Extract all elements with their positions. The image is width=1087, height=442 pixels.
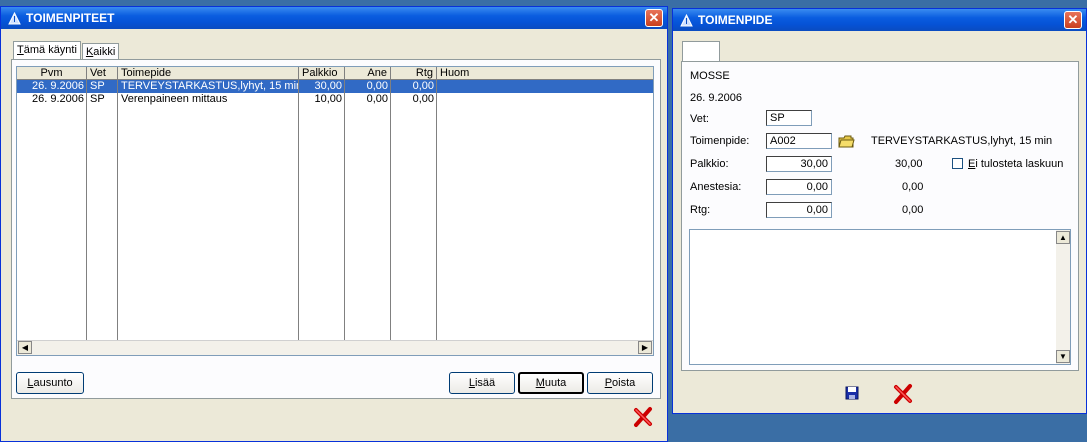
cell-huom	[437, 93, 653, 106]
col-pvm[interactable]: Pvm	[17, 67, 87, 80]
cancel-x-icon[interactable]	[892, 383, 914, 405]
folder-icon[interactable]	[838, 134, 855, 148]
grid-line	[117, 80, 118, 341]
anestesia-readonly: 0,00	[902, 181, 924, 193]
tab-empty[interactable]	[682, 41, 720, 62]
table-row[interactable]: 26. 9.2006 SP TERVEYSTARKASTUS,lyhyt, 15…	[17, 80, 653, 93]
muuta-button[interactable]: Muuta	[518, 372, 584, 394]
cell-ane: 0,00	[366, 93, 388, 105]
cell-rtg: 0,00	[412, 80, 434, 92]
procedures-grid[interactable]: Pvm Vet Toimepide Palkkio Ane Rtg Huom 2…	[16, 66, 654, 356]
anestesia-field[interactable]: 0,00	[766, 179, 832, 195]
cell-pvm: 26. 9.2006	[32, 80, 84, 92]
toimenpiteet-titlebar[interactable]: TOIMENPITEET ✕	[1, 7, 667, 29]
col-vet[interactable]: Vet	[87, 67, 118, 80]
app-icon	[7, 11, 21, 25]
toimenpide-label: Toimenpide:	[690, 135, 750, 147]
cell-vet: SP	[90, 93, 105, 105]
cell-pvm: 26. 9.2006	[32, 93, 84, 105]
cell-toimepide: TERVEYSTARKASTUS,lyhyt, 15 min	[121, 80, 299, 92]
toimenpide-window: TOIMENPIDE ✕ MOSSE 26. 9.2006 Vet: SP To…	[672, 8, 1087, 414]
col-huom[interactable]: Huom	[437, 67, 653, 80]
grid-header: Pvm Vet Toimepide Palkkio Ane Rtg Huom	[17, 67, 653, 80]
cancel-x-icon[interactable]	[632, 406, 654, 428]
toimenpide-code-field[interactable]: A002	[766, 133, 832, 149]
cell-vet: SP	[90, 80, 105, 92]
tab-panel: Pvm Vet Toimepide Palkkio Ane Rtg Huom 2…	[11, 59, 661, 399]
col-ane[interactable]: Ane	[345, 67, 391, 80]
scroll-up-icon[interactable]: ▲	[1056, 231, 1070, 244]
scroll-left-icon[interactable]: ◀	[18, 341, 32, 354]
close-icon[interactable]: ✕	[1064, 11, 1082, 29]
lisaa-button[interactable]: Lisää	[449, 372, 515, 394]
horizontal-scrollbar[interactable]: ◀ ▶	[17, 340, 653, 355]
grid-line	[298, 80, 299, 341]
notes-textarea[interactable]: ▲ ▼	[689, 229, 1071, 365]
window-title: TOIMENPIDE	[698, 13, 773, 27]
table-row[interactable]: 26. 9.2006 SP Verenpaineen mittaus 10,00…	[17, 93, 653, 106]
toimenpiteet-window: TOIMENPITEET ✕ Tämä käynti Kaikki Pvm Ve…	[0, 6, 668, 442]
rtg-label: Rtg:	[690, 204, 711, 216]
window-title: TOIMENPITEET	[26, 11, 115, 25]
col-rtg[interactable]: Rtg	[391, 67, 437, 80]
vet-field[interactable]: SP	[766, 110, 812, 126]
rtg-readonly: 0,00	[902, 204, 924, 216]
toimenpide-titlebar[interactable]: TOIMENPIDE ✕	[673, 9, 1086, 31]
vet-label: Vet:	[690, 113, 709, 125]
patient-name: MOSSE	[690, 70, 730, 82]
scroll-right-icon[interactable]: ▶	[638, 341, 652, 354]
grid-line	[86, 80, 87, 341]
rtg-field[interactable]: 0,00	[766, 202, 832, 218]
grid-line	[436, 80, 437, 341]
poista-button[interactable]: Poista	[587, 372, 653, 394]
visit-date: 26. 9.2006	[690, 92, 742, 104]
cell-rtg: 0,00	[412, 93, 434, 105]
grid-line	[344, 80, 345, 341]
cell-huom	[437, 80, 653, 93]
close-icon[interactable]: ✕	[645, 9, 663, 27]
ei-tulosteta-checkbox[interactable]	[952, 158, 963, 169]
scroll-down-icon[interactable]: ▼	[1056, 350, 1070, 363]
col-palkkio[interactable]: Palkkio	[299, 67, 345, 80]
app-icon	[679, 13, 693, 27]
vertical-scrollbar[interactable]: ▲ ▼	[1056, 230, 1070, 364]
col-toimepide[interactable]: Toimepide	[118, 67, 299, 80]
cell-palkkio: 30,00	[314, 80, 342, 92]
save-icon[interactable]	[845, 386, 859, 400]
grid-line	[390, 80, 391, 341]
palkkio-field[interactable]: 30,00	[766, 156, 832, 172]
palkkio-label: Palkkio:	[690, 158, 729, 170]
toimenpide-name: TERVEYSTARKASTUS,lyhyt, 15 min	[871, 135, 1053, 147]
cell-palkkio: 10,00	[314, 93, 342, 105]
lausunto-button[interactable]: Lausunto	[16, 372, 84, 394]
detail-panel: MOSSE 26. 9.2006 Vet: SP Toimenpide: A00…	[681, 61, 1079, 371]
anestesia-label: Anestesia:	[690, 181, 742, 193]
ei-tulosteta-label[interactable]: Ei tulosteta laskuun	[968, 158, 1063, 170]
palkkio-readonly: 30,00	[895, 158, 923, 170]
cell-toimepide: Verenpaineen mittaus	[121, 93, 228, 105]
cell-ane: 0,00	[366, 80, 388, 92]
